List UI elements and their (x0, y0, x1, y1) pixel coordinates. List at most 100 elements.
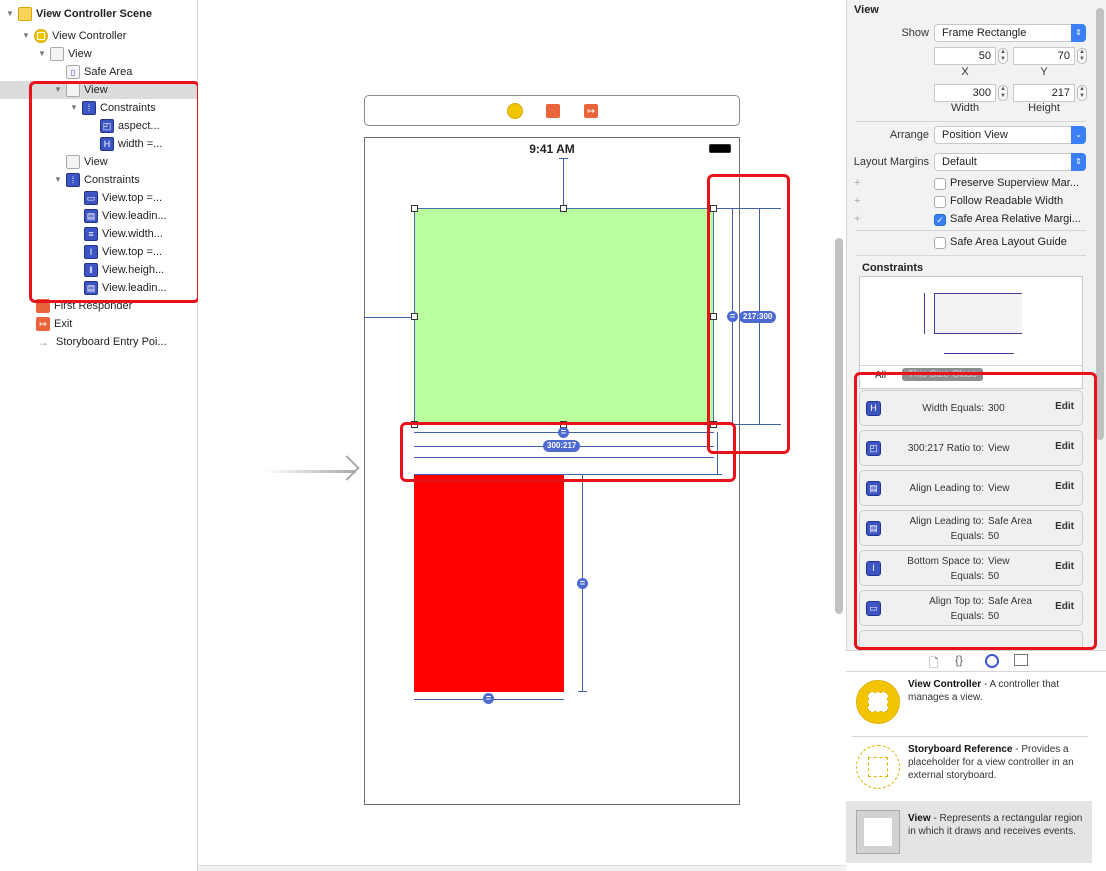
view-controller-icon (34, 29, 48, 43)
y-field[interactable]: 70 (1013, 47, 1075, 65)
height-indicator (924, 293, 925, 334)
height-stepper[interactable]: ▲ ▼ (1077, 85, 1087, 101)
arrange-popup[interactable]: Position View ⌄ (934, 126, 1086, 144)
entry-arrow-icon: → (37, 335, 49, 349)
checkbox-label: Safe Area Relative Margi... (950, 213, 1081, 225)
add-variation-icon[interactable]: + (854, 213, 860, 225)
disclosure-triangle-icon[interactable]: ▼ (6, 10, 14, 18)
safe-area-layout-guide-checkbox[interactable] (934, 237, 946, 249)
storyboard-reference-icon (856, 745, 900, 789)
add-variation-icon[interactable]: + (854, 177, 860, 189)
chevron-down-icon: ⌄ (1071, 126, 1086, 144)
outline-item-safe-area[interactable]: ▯ Safe Area (0, 63, 197, 81)
x-stepper[interactable]: ▲ ▼ (998, 48, 1008, 64)
outline-label: View Controller Scene (36, 8, 152, 20)
code-snippet-icon[interactable]: {} (955, 653, 963, 667)
constraints-section-title: Constraints (862, 262, 924, 274)
outline-label: Safe Area (84, 66, 133, 78)
show-label: Show (901, 27, 929, 39)
preserve-superview-margins-checkbox[interactable] (934, 178, 946, 190)
annotation-highlight (400, 422, 736, 482)
outline-item-scene[interactable]: ▼ View Controller Scene (0, 5, 197, 23)
arrange-value: Position View (942, 129, 1008, 141)
show-value: Frame Rectangle (942, 27, 1027, 39)
outline-label: Exit (54, 318, 73, 330)
annotation-highlight (29, 81, 200, 303)
leading-constraint-line (364, 317, 414, 318)
checkbox-label: Follow Readable Width (950, 195, 1064, 207)
vertical-scrollbar[interactable] (835, 238, 843, 614)
constraint-cap (578, 691, 587, 692)
show-popup[interactable]: Frame Rectangle ⇕ (934, 24, 1086, 42)
annotation-highlight (707, 174, 790, 454)
library-tab-bar: 🗋 {} (846, 650, 1106, 672)
green-view[interactable] (414, 208, 714, 425)
inspector-scrollbar[interactable] (1096, 8, 1104, 440)
resize-handle[interactable] (560, 205, 567, 212)
section-title: View (854, 4, 879, 16)
width-field[interactable]: 300 (934, 84, 996, 102)
outline-label: Storyboard Entry Poi... (56, 336, 167, 348)
layout-margins-value: Default (942, 156, 977, 168)
exit-icon[interactable]: ↦ (584, 104, 598, 118)
entry-arrow-icon (334, 455, 360, 481)
layout-margins-label: Layout Margins (853, 156, 929, 168)
divider (860, 365, 1082, 366)
x-field[interactable]: 50 (934, 47, 996, 65)
width-stepper[interactable]: ▲ ▼ (998, 85, 1008, 101)
disclosure-triangle-icon[interactable]: ▼ (22, 32, 30, 40)
add-variation-icon[interactable]: + (854, 195, 860, 207)
width-label: Width (950, 102, 980, 114)
library-item-view-controller[interactable]: View Controller - A controller that mana… (846, 672, 1092, 728)
y-stepper[interactable]: ▲ ▼ (1077, 48, 1087, 64)
checkbox-label: Preserve Superview Mar... (950, 177, 1079, 189)
exit-icon: ↦ (36, 317, 50, 331)
x-label: X (961, 66, 969, 78)
follow-readable-width-checkbox[interactable] (934, 196, 946, 208)
equal-constraint-icon[interactable]: = (577, 578, 588, 589)
equal-constraint-icon[interactable]: = (483, 693, 494, 704)
object-library-icon[interactable] (985, 654, 999, 668)
view-icon (856, 810, 900, 854)
resize-handle[interactable] (411, 313, 418, 320)
outline-item-view-controller[interactable]: ▼ View Controller (0, 27, 197, 45)
library-item-text: Storyboard Reference - Provides a placeh… (908, 744, 1074, 781)
library-item-view[interactable]: View - Represents a rectangular region i… (846, 801, 1092, 863)
divider (856, 121, 1086, 122)
checkbox-label: Safe Area Layout Guide (950, 236, 1067, 248)
red-view[interactable] (414, 475, 564, 692)
constraint-cap (559, 158, 568, 159)
layout-margins-popup[interactable]: Default ⇕ (934, 153, 1086, 171)
view-controller-icon[interactable] (507, 103, 523, 119)
outline-item-entry-point[interactable]: → Storyboard Entry Poi... (0, 333, 197, 351)
safe-area-relative-margins-checkbox[interactable]: ✓ (934, 214, 946, 226)
battery-icon (709, 144, 731, 153)
size-inspector: View Show Frame Rectangle ⇕ 50 ▲ ▼ 70 ▲ ▼ … (846, 0, 1106, 650)
resize-handle[interactable] (411, 205, 418, 212)
width-indicator (944, 353, 1014, 354)
outline-label: View Controller (52, 30, 127, 42)
height-field[interactable]: 217 (1013, 84, 1075, 102)
arrange-label: Arrange (889, 129, 929, 141)
safe-area-icon: ▯ (66, 65, 80, 79)
outline-label: View (68, 48, 92, 60)
disclosure-triangle-icon[interactable]: ▼ (38, 50, 46, 58)
annotation-highlight (854, 372, 1097, 650)
divider (856, 230, 1086, 231)
storyboard-canvas[interactable]: ↦ 9:41 AM = 217:300 = 300:217 = = (198, 0, 846, 871)
divider (856, 255, 1086, 256)
status-bar-time: 9:41 AM (529, 142, 575, 156)
outline-item-exit[interactable]: ↦ Exit (0, 315, 197, 333)
library-item-storyboard-reference[interactable]: Storyboard Reference - Provides a placeh… (846, 737, 1092, 793)
first-responder-icon[interactable] (546, 104, 560, 118)
document-outline: ▼ View Controller Scene ▼ View Controlle… (0, 0, 200, 871)
library-item-text: View - Represents a rectangular region i… (908, 813, 1083, 837)
media-library-icon[interactable] (1014, 654, 1028, 666)
horizontal-scrollbar[interactable] (198, 865, 846, 871)
view-icon (50, 47, 64, 61)
scene-icon (18, 7, 32, 21)
constraint-diagram-view (934, 293, 1022, 334)
outline-item-view[interactable]: ▼ View (0, 45, 197, 63)
top-constraint-line (563, 158, 564, 208)
popup-arrows-icon: ⇕ (1071, 24, 1086, 42)
